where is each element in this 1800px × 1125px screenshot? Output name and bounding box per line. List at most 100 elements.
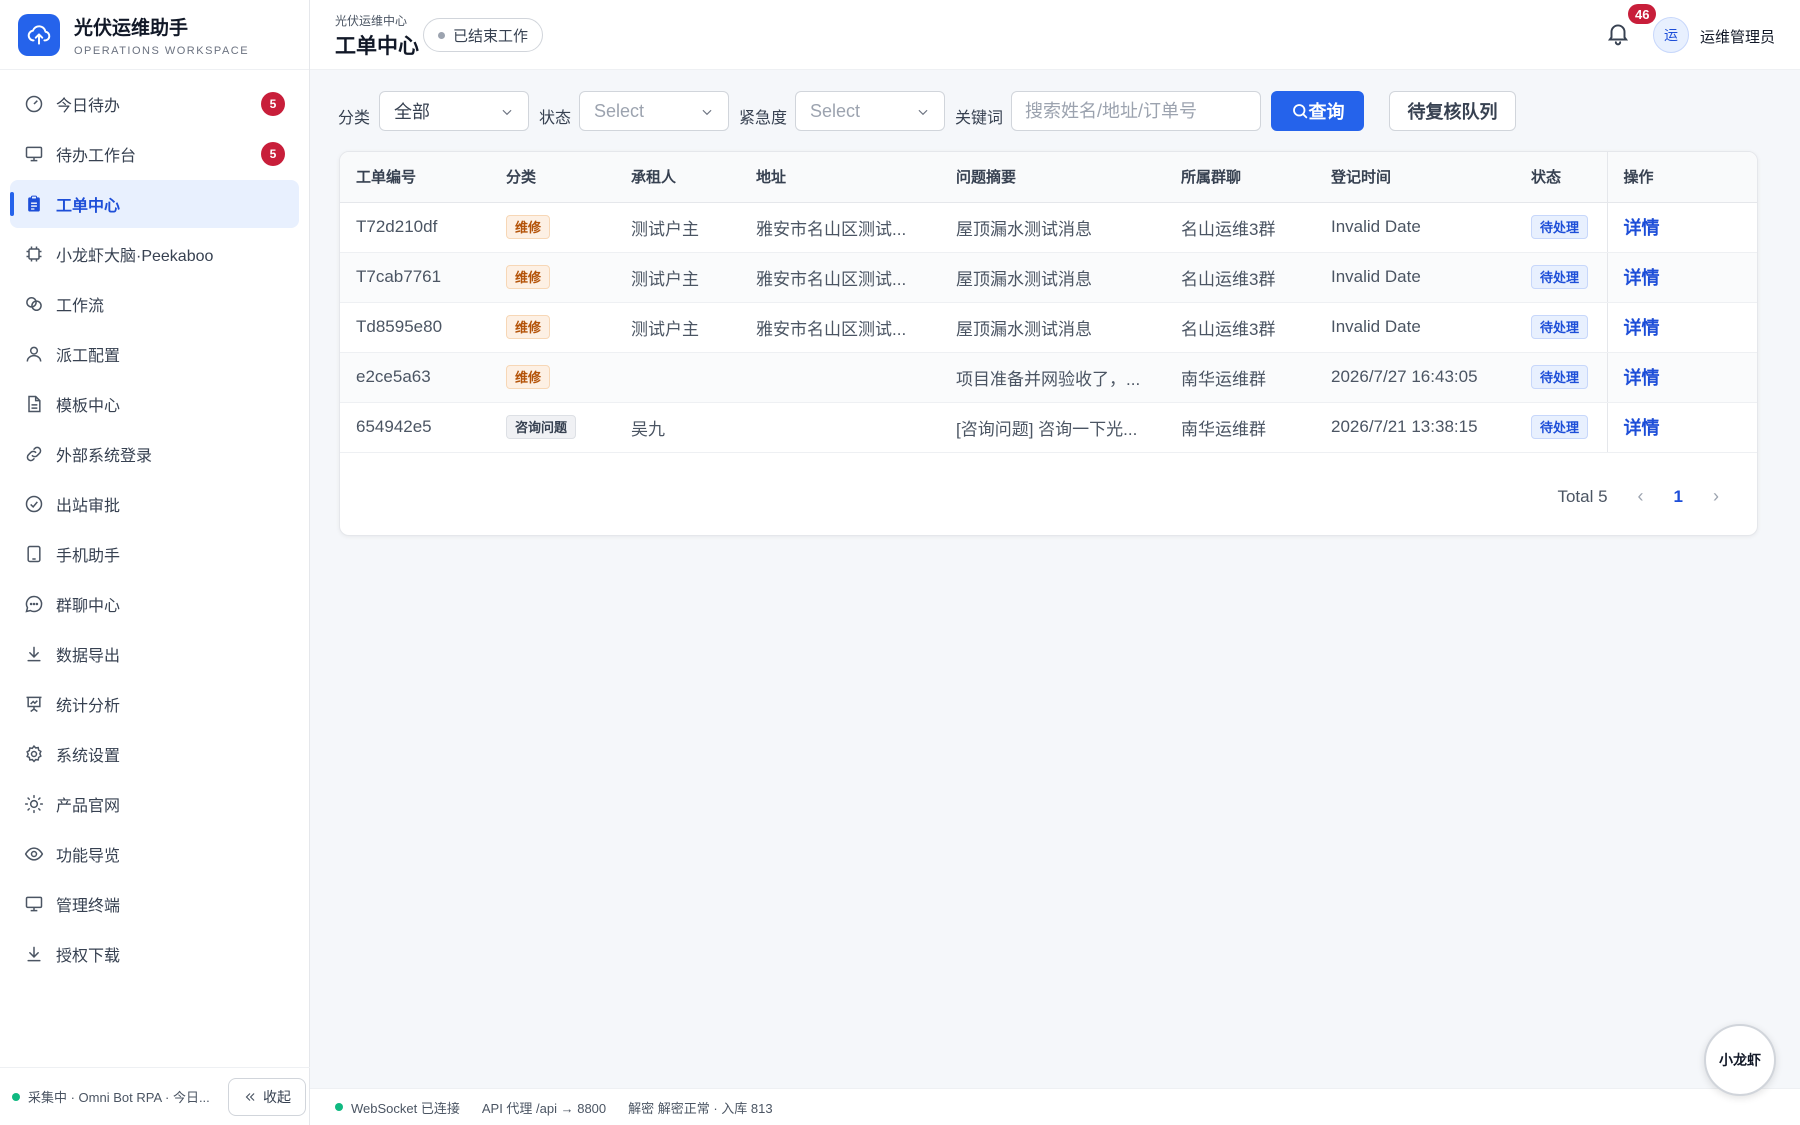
user-name[interactable]: 运维管理员 [1700, 26, 1775, 47]
sidebar-item-data-export[interactable]: 数据导出 [10, 630, 299, 678]
time-cell: Invalid Date [1315, 302, 1515, 353]
status-select[interactable]: Select [579, 91, 729, 131]
detail-link[interactable]: 详情 [1624, 218, 1660, 238]
detail-link[interactable]: 详情 [1624, 318, 1660, 338]
status-badge: 待处理 [1531, 215, 1589, 239]
time-cell: Invalid Date [1315, 252, 1515, 303]
sidebar-item-feature-tour[interactable]: 功能导览 [10, 830, 299, 878]
sidebar-item-external-login[interactable]: 外部系统登录 [10, 430, 299, 478]
keyword-label: 关键词 [955, 110, 1004, 127]
detail-link[interactable]: 详情 [1624, 368, 1660, 388]
review-queue-button[interactable]: 待复核队列 [1389, 91, 1516, 131]
status-dot-icon [438, 31, 445, 39]
summary-cell: 屋顶漏水测试消息 [940, 302, 1165, 353]
sidebar-item-mobile-assistant[interactable]: 手机助手 [10, 530, 299, 578]
column-header: 地址 [740, 152, 940, 203]
sidebar-item-workflow[interactable]: 工作流 [10, 280, 299, 328]
table-header-row: 工单编号 分类 承租人 地址 问题摘要 所属群聊 登记时间 状态 操作 [340, 152, 1757, 203]
sidebar-item-label: 工作流 [56, 298, 105, 315]
breadcrumb: 光伏运维中心 [335, 14, 408, 28]
sun-icon [24, 794, 44, 814]
cpu-icon [26, 246, 42, 262]
clipboard-icon [28, 195, 40, 212]
group-cell: 名山运维3群 [1165, 202, 1315, 253]
status-badge: 待处理 [1531, 415, 1589, 439]
decrypt-status: 解密 解密正常 · 入库 813 [628, 1100, 773, 1116]
sidebar-item-ticket-center[interactable]: 工单中心 [10, 180, 299, 228]
status-placeholder: Select [594, 100, 645, 121]
address-cell [740, 402, 940, 453]
search-button[interactable]: 查询 [1271, 91, 1364, 131]
summary-cell: 屋顶漏水测试消息 [940, 202, 1165, 253]
presentation-chart-icon [26, 696, 42, 713]
sidebar-item-label: 模板中心 [56, 398, 121, 415]
sidebar-item-today-todo[interactable]: 今日待办 5 [10, 80, 299, 128]
sidebar-item-license-download[interactable]: 授权下载 [10, 930, 299, 978]
urgency-select[interactable]: Select [795, 91, 945, 131]
sidebar-item-system-settings[interactable]: 系统设置 [10, 730, 299, 778]
sidebar-item-label: 功能导览 [56, 848, 121, 865]
sidebar-item-group-chat[interactable]: 群聊中心 [10, 580, 299, 628]
online-dot-icon [12, 1092, 20, 1101]
avatar[interactable]: 运 [1653, 17, 1689, 53]
sidebar-item-outbound-approval[interactable]: 出站审批 [10, 480, 299, 528]
sidebar-item-label: 授权下载 [56, 948, 121, 965]
detail-link[interactable]: 详情 [1624, 268, 1660, 288]
summary-cell: [咨询问题] 咨询一下光... [940, 402, 1165, 453]
sidebar-item-peekaboo[interactable]: 小龙虾大脑·Peekaboo [10, 230, 299, 278]
chevron-down-icon [918, 109, 928, 116]
status-badge: 待处理 [1531, 265, 1589, 289]
sidebar-item-label: 产品官网 [56, 798, 121, 815]
eye-icon [24, 847, 44, 861]
ticket-id: 654942e5 [340, 402, 490, 453]
brand-subtitle: OPERATIONS WORKSPACE [74, 44, 250, 57]
assistant-fab-button[interactable]: 小龙虾 [1704, 1024, 1776, 1096]
detail-link[interactable]: 详情 [1624, 418, 1660, 438]
sidebar-item-template-center[interactable]: 模板中心 [10, 380, 299, 428]
next-page-button[interactable]: › [1713, 486, 1719, 507]
table-row: e2ce5a63 维修 项目准备并网验收了，... 南华运维群 2026/7/2… [340, 352, 1757, 403]
sidebar-footer: 采集中 · Omni Bot RPA · 今日... 收起 [0, 1067, 310, 1125]
sidebar-item-statistics[interactable]: 统计分析 [10, 680, 299, 728]
ticket-id: T7cab7761 [340, 252, 490, 303]
monitor-icon [25, 896, 43, 912]
prev-page-button[interactable]: ‹ [1638, 486, 1644, 507]
sidebar-item-label: 管理终端 [56, 898, 121, 915]
collapse-button[interactable]: 收起 [228, 1077, 306, 1116]
category-tag: 维修 [506, 365, 551, 389]
link-icon [26, 446, 42, 462]
sidebar-item-admin-terminal[interactable]: 管理终端 [10, 880, 299, 928]
search-button-label: 查询 [1308, 102, 1345, 122]
user-icon [26, 346, 42, 362]
count-badge: 5 [261, 92, 285, 116]
bell-icon[interactable] [1605, 20, 1631, 46]
urgency-placeholder: Select [810, 100, 861, 121]
time-cell: Invalid Date [1315, 202, 1515, 253]
status-badge: 待处理 [1531, 315, 1589, 339]
chevron-down-icon [702, 109, 712, 116]
ticket-table: 工单编号 分类 承租人 地址 问题摘要 所属群聊 登记时间 状态 操作 T72d… [340, 152, 1757, 453]
keyword-search-input[interactable] [1011, 91, 1261, 131]
chevron-down-icon [502, 109, 512, 116]
sidebar-item-todo-workbench[interactable]: 待办工作台 5 [10, 130, 299, 178]
sidebar-nav: 今日待办 5 待办工作台 5 工单中心 小龙虾大脑·Peekaboo 工作流 派… [0, 70, 309, 990]
sidebar-item-label: 小龙虾大脑·Peekaboo [56, 248, 214, 265]
sidebar-item-dispatch-config[interactable]: 派工配置 [10, 330, 299, 378]
category-select[interactable]: 全部 [379, 91, 529, 131]
sidebar-item-product-site[interactable]: 产品官网 [10, 780, 299, 828]
status-badge: 待处理 [1531, 365, 1589, 389]
end-work-button[interactable]: 已结束工作 [423, 18, 544, 52]
total-count: Total 5 [1557, 486, 1608, 506]
time-cell: 2026/7/21 13:38:15 [1315, 402, 1515, 453]
double-chevron-left-icon [245, 1092, 255, 1101]
column-header: 登记时间 [1315, 152, 1515, 203]
urgency-label: 紧急度 [739, 110, 788, 127]
table-row: T7cab7761 维修 测试户主 雅安市名山区测试... 屋顶漏水测试消息 名… [340, 252, 1757, 303]
pagination: Total 5 ‹ 1 › [1557, 486, 1719, 507]
sidebar-item-label: 派工配置 [56, 348, 121, 365]
category-label: 分类 [338, 110, 371, 127]
monitor-icon [25, 146, 43, 162]
ticket-id: T72d210df [340, 202, 490, 253]
tenant-cell: 测试户主 [615, 302, 740, 353]
page-number-current[interactable]: 1 [1674, 487, 1683, 507]
